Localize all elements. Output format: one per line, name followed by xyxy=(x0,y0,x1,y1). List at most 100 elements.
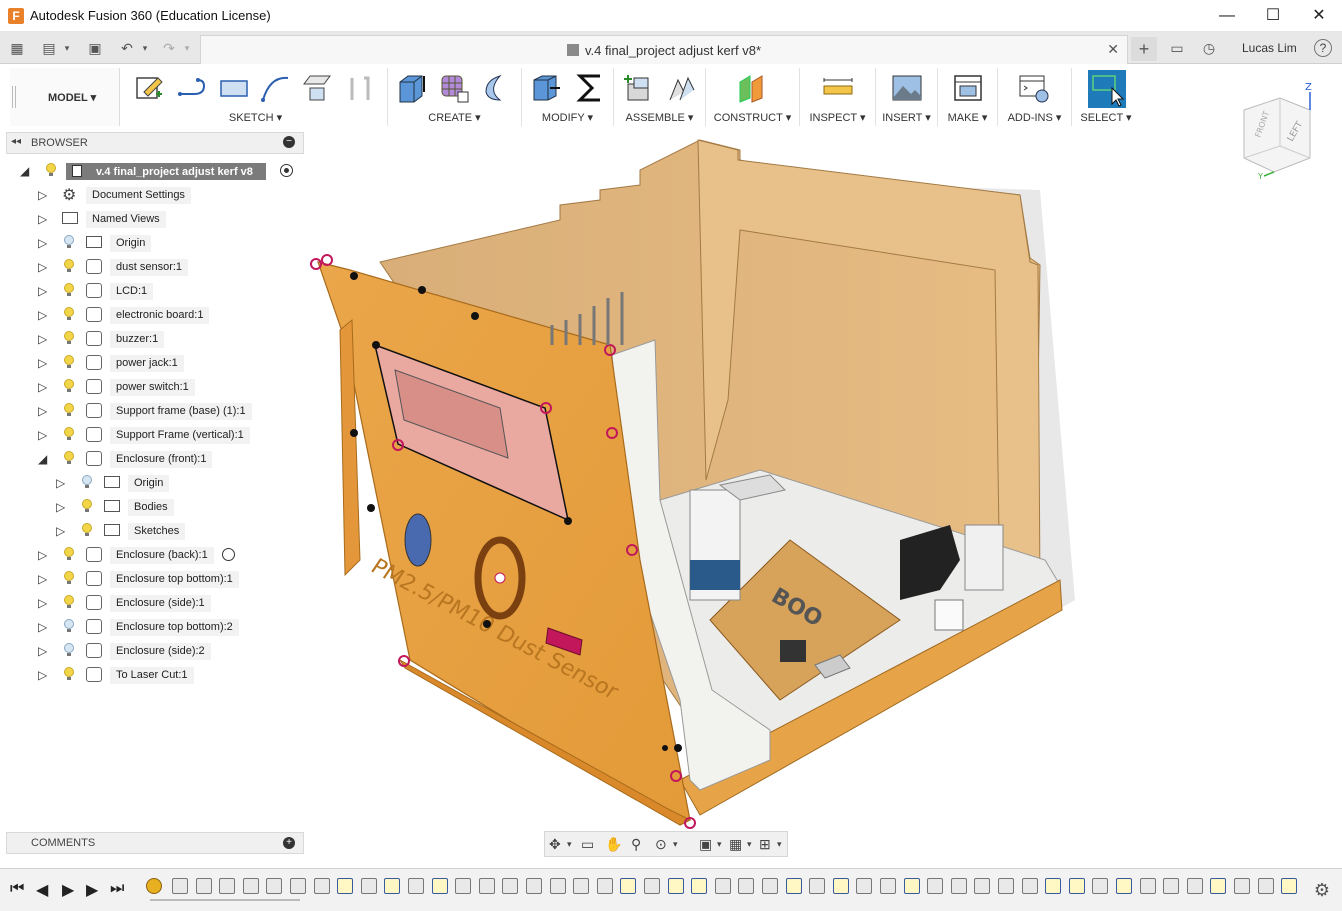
tree-item-named-views[interactable]: ▷ Named Views xyxy=(38,208,238,230)
look-at-icon[interactable]: ▭ xyxy=(581,836,594,853)
timeline-feature-step[interactable] xyxy=(266,878,283,894)
go-to-start-icon[interactable]: ⏮ xyxy=(10,880,24,898)
timeline-feature-step[interactable] xyxy=(974,878,991,894)
collapsed-triangle-icon[interactable]: ▷ xyxy=(56,500,65,514)
stop-sketch-icon[interactable] xyxy=(344,72,376,104)
viewports-icon[interactable]: ⊞ xyxy=(759,836,771,853)
collapsed-triangle-icon[interactable]: ▷ xyxy=(38,596,47,610)
expanded-triangle-icon[interactable]: ◢ xyxy=(20,164,29,178)
timeline-feature-step[interactable] xyxy=(549,878,566,894)
collapsed-triangle-icon[interactable]: ▷ xyxy=(38,428,47,442)
timeline-feature-step[interactable] xyxy=(1234,878,1250,894)
timeline-feature-step[interactable] xyxy=(1021,878,1038,894)
timeline-feature-step[interactable] xyxy=(408,878,424,894)
display-dropdown-icon[interactable]: ▾ xyxy=(717,839,722,850)
timeline-sketch-step[interactable] xyxy=(1210,878,1227,894)
scripts-addins-icon[interactable] xyxy=(1018,72,1050,104)
visibility-bulb-icon[interactable] xyxy=(64,331,74,345)
collapsed-triangle-icon[interactable]: ▷ xyxy=(38,668,47,682)
expanded-triangle-icon[interactable]: ◢ xyxy=(38,452,47,466)
tree-item-to-laser-cut[interactable]: ▷ To Laser Cut:1 xyxy=(38,664,278,686)
fit-icon[interactable]: ⊙ xyxy=(655,836,667,853)
timeline-settings-gear-icon[interactable]: ⚙ xyxy=(1314,880,1330,901)
timeline-sketch-step[interactable] xyxy=(620,878,637,894)
power-jack[interactable] xyxy=(780,640,806,662)
view-cube[interactable]: FRONT LEFT Z Y xyxy=(1232,80,1332,180)
joint-icon[interactable] xyxy=(666,72,698,104)
viewports-dropdown-icon[interactable]: ▾ xyxy=(777,839,782,850)
timeline-feature-step[interactable] xyxy=(313,878,330,894)
select-tool-icon[interactable] xyxy=(1088,70,1126,108)
timeline-sketch-step[interactable] xyxy=(691,878,708,894)
timeline-feature-step[interactable] xyxy=(1186,878,1203,894)
collapsed-triangle-icon[interactable]: ▷ xyxy=(38,572,47,586)
timeline-sketch-step[interactable] xyxy=(431,878,448,894)
timeline-sketch-step[interactable] xyxy=(384,878,401,894)
timeline-feature-step[interactable] xyxy=(762,878,778,894)
rectangle-icon[interactable] xyxy=(218,72,250,104)
apps-grid-icon[interactable]: ▦ xyxy=(8,39,26,57)
timeline-feature-step[interactable] xyxy=(242,878,259,894)
tree-item-enclosure-top-bottom-2[interactable]: ▷ Enclosure top bottom):2 xyxy=(38,616,278,638)
tree-item-electronic-board[interactable]: ▷ electronic board:1 xyxy=(38,304,258,326)
tree-root[interactable]: ◢ v.4 final_project adjust kerf v8 xyxy=(20,160,304,182)
tree-item-support-frame-base[interactable]: ▷ Support frame (base) (1):1 xyxy=(38,400,278,422)
collapsed-triangle-icon[interactable]: ▷ xyxy=(38,236,47,250)
visibility-bulb-icon[interactable] xyxy=(82,499,92,513)
timeline-feature-step[interactable] xyxy=(573,878,590,894)
add-ins-menu[interactable]: ADD-INS ▾ xyxy=(998,111,1071,124)
inspect-menu[interactable]: INSPECT ▾ xyxy=(800,111,875,124)
visibility-bulb-icon[interactable] xyxy=(64,355,74,369)
grid-dropdown-icon[interactable]: ▾ xyxy=(747,839,752,850)
tree-item-power-switch[interactable]: ▷ power switch:1 xyxy=(38,376,258,398)
collapsed-triangle-icon[interactable]: ▷ xyxy=(38,260,47,274)
timeline-feature-step[interactable] xyxy=(880,878,896,894)
timeline-feature-step[interactable] xyxy=(738,878,755,894)
collapsed-triangle-icon[interactable]: ▷ xyxy=(38,548,47,562)
timeline-feature-step[interactable] xyxy=(1163,878,1180,894)
visibility-bulb-off-icon[interactable] xyxy=(64,643,74,657)
measure-icon[interactable] xyxy=(822,72,854,104)
display-settings-icon[interactable]: ▣ xyxy=(699,836,712,853)
timeline-feature-step[interactable] xyxy=(290,878,306,894)
grid-icon[interactable]: ▦ xyxy=(729,836,742,853)
tree-item-power-jack[interactable]: ▷ power jack:1 xyxy=(38,352,258,374)
timeline-sketch-step[interactable] xyxy=(832,878,849,894)
timeline-sketch-step[interactable] xyxy=(667,878,684,894)
minimize-button[interactable]: — xyxy=(1204,0,1250,32)
activate-radio-icon[interactable] xyxy=(222,548,235,561)
timeline-feature-step[interactable] xyxy=(644,878,660,894)
zoom-dropdown-icon[interactable]: ▾ xyxy=(673,839,678,850)
visibility-bulb-icon[interactable] xyxy=(82,523,92,537)
create-sketch-icon[interactable] xyxy=(134,72,166,104)
timeline-feature-step[interactable] xyxy=(856,878,873,894)
collapsed-triangle-icon[interactable]: ▷ xyxy=(38,404,47,418)
insert-menu[interactable]: INSERT ▾ xyxy=(876,111,937,124)
visibility-bulb-icon[interactable] xyxy=(46,163,56,177)
user-name[interactable]: Lucas Lim xyxy=(1242,41,1297,55)
timeline-feature-step[interactable] xyxy=(195,878,212,894)
visibility-bulb-icon[interactable] xyxy=(64,259,74,273)
timeline-feature-step[interactable] xyxy=(714,878,731,894)
timeline-sketch-step[interactable] xyxy=(903,878,920,894)
pan-hand-icon[interactable]: ✋ xyxy=(605,836,622,853)
visibility-bulb-icon[interactable] xyxy=(64,451,74,465)
tree-item-front-origin[interactable]: ▷ Origin xyxy=(56,472,256,494)
timeline-sketch-step[interactable] xyxy=(1045,878,1062,894)
timeline-sketch-step[interactable] xyxy=(1281,878,1298,894)
revolve-icon[interactable] xyxy=(480,72,512,104)
visibility-bulb-off-icon[interactable] xyxy=(64,235,74,249)
redo-icon[interactable]: ↷ xyxy=(160,39,178,57)
save-icon[interactable]: ▣ xyxy=(86,39,104,57)
visibility-bulb-icon[interactable] xyxy=(64,283,74,297)
collapsed-triangle-icon[interactable]: ▷ xyxy=(38,644,47,658)
timeline-origin-icon[interactable] xyxy=(146,878,162,894)
visibility-bulb-icon[interactable] xyxy=(64,547,74,561)
comments-header[interactable]: COMMENTS + xyxy=(6,832,304,854)
timeline-feature-step[interactable] xyxy=(950,878,967,894)
collapsed-triangle-icon[interactable]: ▷ xyxy=(38,188,47,202)
timeline-scrubber-track[interactable] xyxy=(150,899,300,901)
collapsed-triangle-icon[interactable]: ▷ xyxy=(38,332,47,346)
spline-icon[interactable] xyxy=(260,72,292,104)
form-icon[interactable] xyxy=(438,72,470,104)
